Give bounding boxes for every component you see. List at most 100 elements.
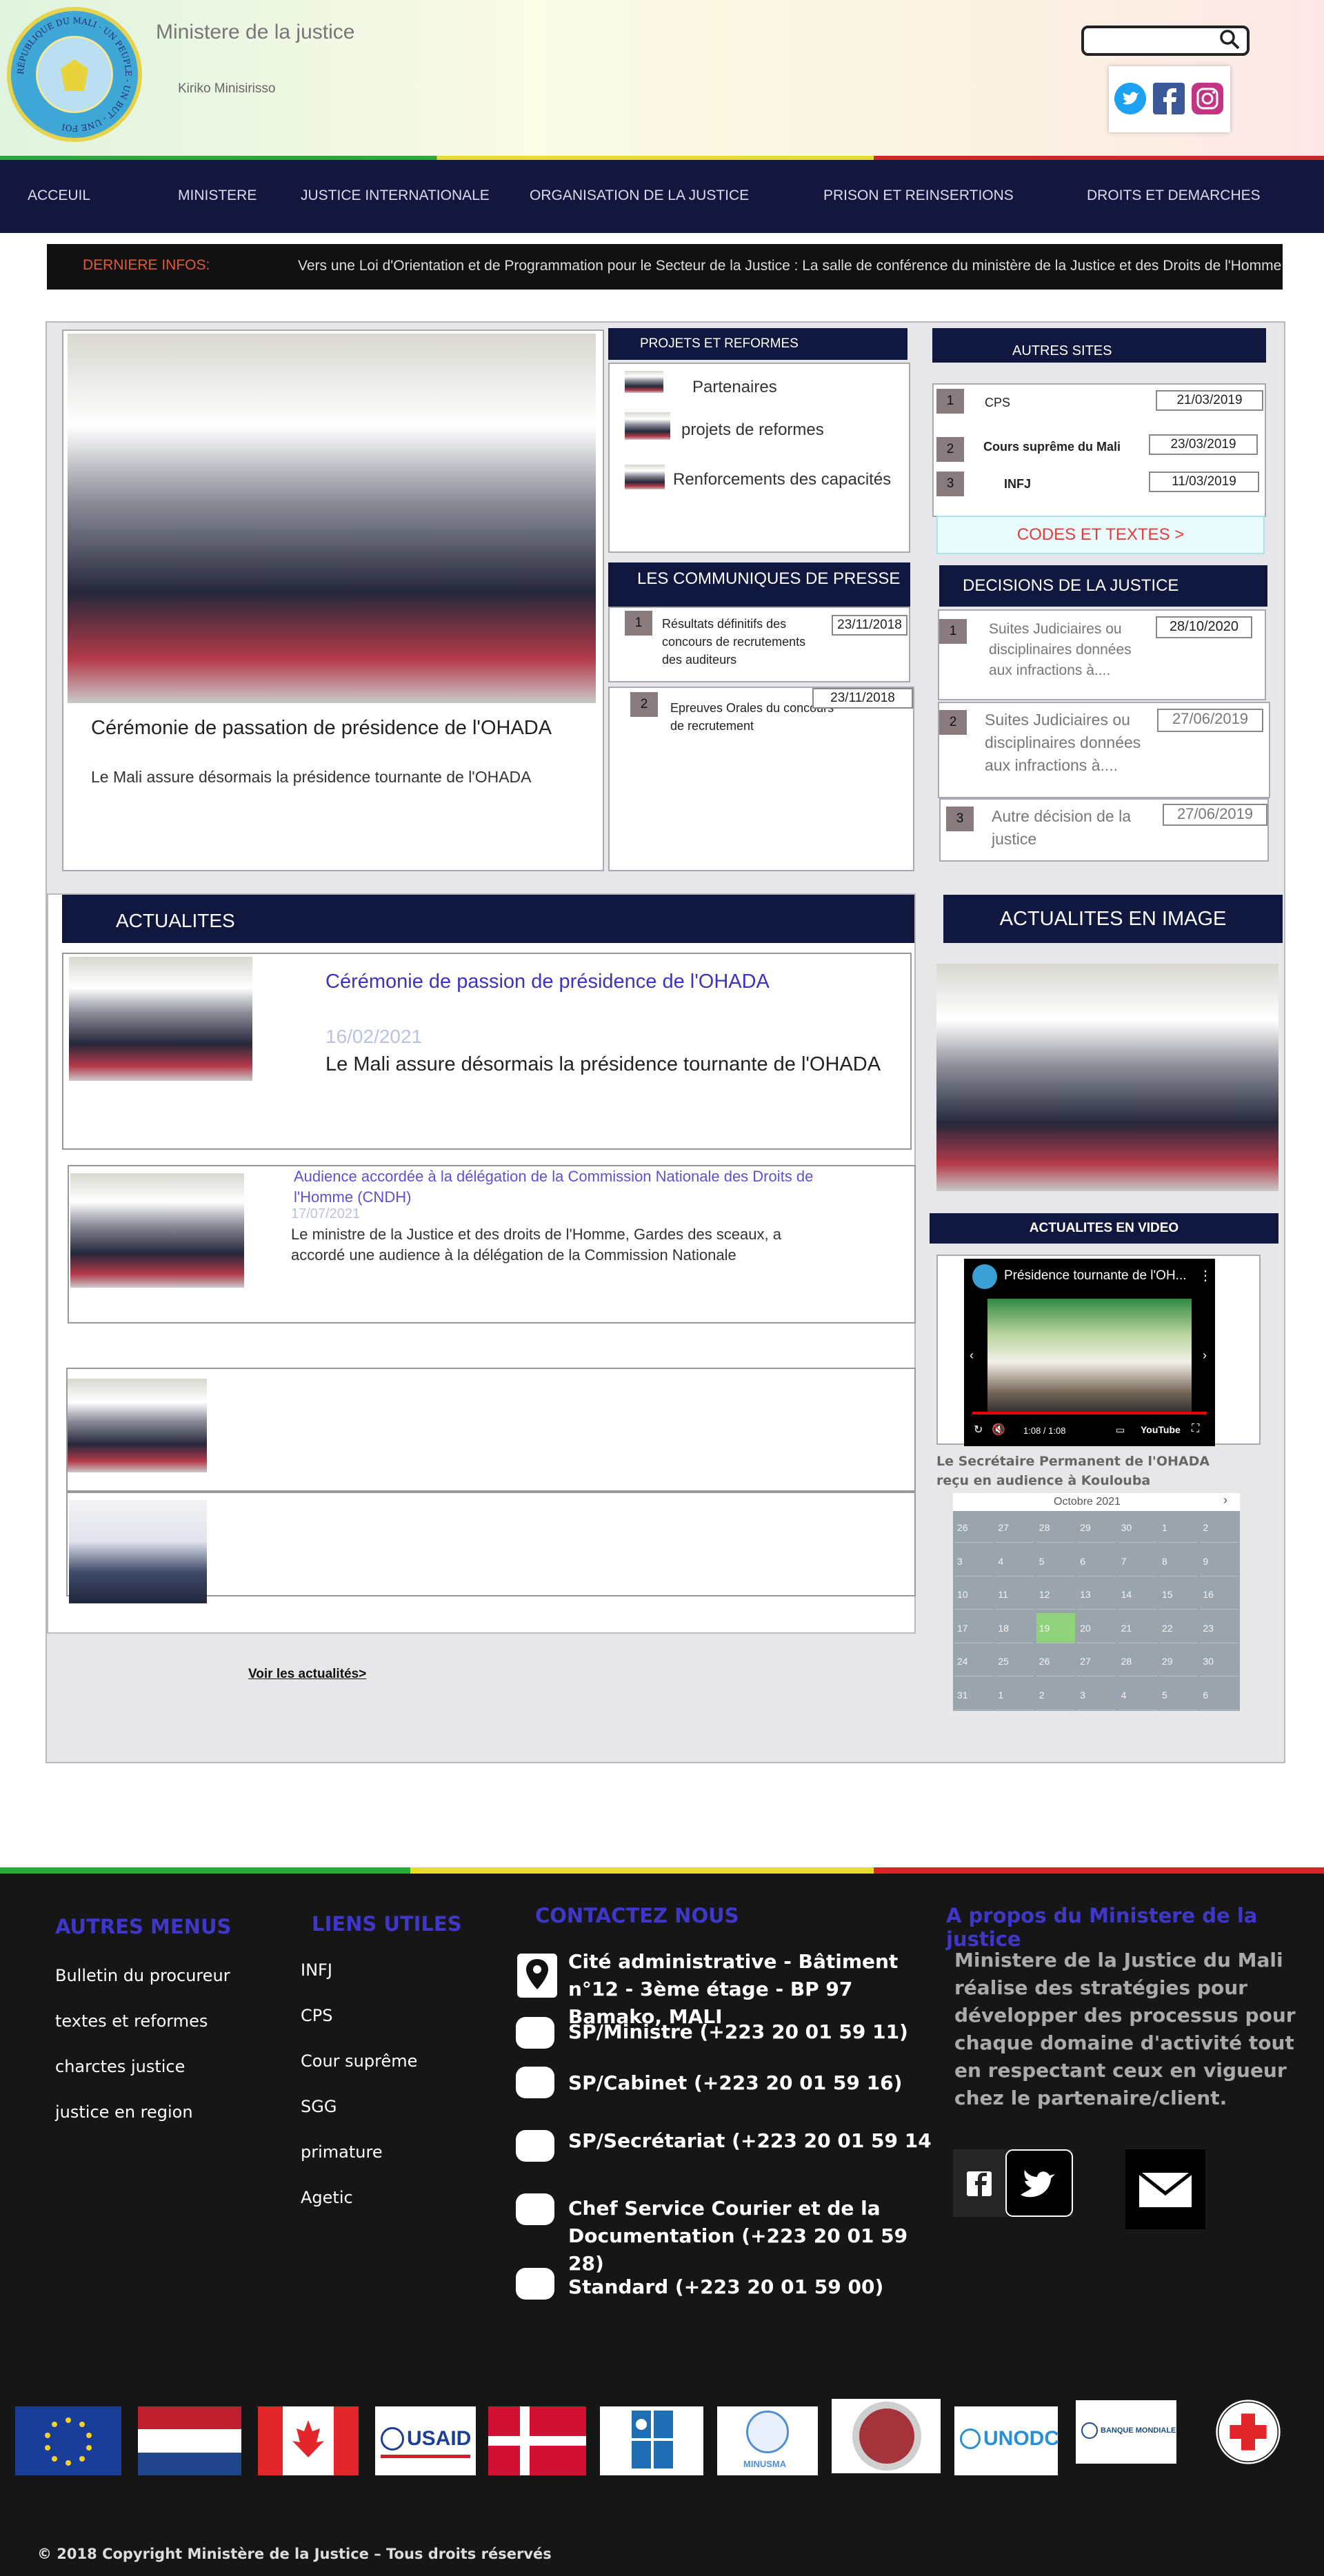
calendar-day[interactable]: 5 [1036,1546,1075,1576]
footer-link-primature[interactable]: primature [301,2142,383,2162]
footer-link-textes[interactable]: textes et reformes [55,2011,208,2031]
calendar-day[interactable]: 2 [1200,1512,1239,1543]
decision-item-2[interactable]: 2 Suites Judiciaires ou disciplinaires d… [938,702,1270,798]
calendar-day[interactable]: 27 [995,1512,1034,1543]
video-frame[interactable] [987,1299,1192,1414]
eu-flag-logo[interactable] [15,2406,121,2475]
calendar-day[interactable]: 4 [995,1546,1034,1576]
calendar-day[interactable]: 6 [1200,1680,1239,1710]
feature-title[interactable]: Cérémonie de passation de présidence de … [91,717,552,740]
decision-text[interactable]: Suites Judiciaires ou disciplinaires don… [989,619,1152,681]
feature-photo[interactable] [68,334,596,703]
minusma-logo[interactable]: MINUSMA [717,2406,818,2475]
actualite-title[interactable]: Audience accordée à la délégation de la … [294,1166,839,1208]
feature-card[interactable]: Cérémonie de passation de présidence de … [62,329,604,871]
calendar-day[interactable]: 3 [954,1546,993,1576]
actualite-thumb[interactable] [69,1500,207,1603]
decision-item-1[interactable]: 1 Suites Judiciaires ou disciplinaires d… [938,609,1266,700]
calendar-day[interactable]: 26 [1036,1646,1075,1676]
footer-link-agetic[interactable]: Agetic [301,2188,353,2207]
banque-mondiale-logo[interactable]: BANQUE MONDIALE [1076,2400,1176,2464]
youtube-logo[interactable]: YouTube [1141,1424,1181,1435]
netherlands-flag-logo[interactable] [138,2406,241,2475]
communique-text[interactable]: Résultats définitifs des concours de rec… [662,615,828,669]
footer-link-cps[interactable]: CPS [301,2006,332,2025]
calendar-day[interactable]: 1 [1159,1512,1198,1543]
footer-link-cour-supreme[interactable]: Cour suprême [301,2051,417,2071]
voir-actualites-link[interactable]: Voir les actualités> [248,1667,366,1682]
calendar-day[interactable]: 12 [1036,1579,1075,1610]
undp-logo[interactable] [600,2406,703,2475]
calendar-day[interactable]: 25 [995,1646,1034,1676]
denmark-flag-logo[interactable] [488,2406,586,2475]
calendar-day[interactable]: 1 [995,1680,1034,1710]
actualite-thumb[interactable] [68,1379,207,1472]
nav-item-droits-demarches[interactable]: DROITS ET DEMARCHES [1087,187,1261,204]
usaid-logo[interactable]: USAID [375,2406,476,2475]
footer-link-sgg[interactable]: SGG [301,2097,337,2116]
calendar-day[interactable]: 29 [1159,1646,1198,1676]
codes-et-textes-button[interactable]: CODES ET TEXTES > [936,516,1265,554]
video-menu-icon[interactable]: ⋮ [1198,1267,1212,1284]
decision-item-3[interactable]: 3 Autre décision de la justice 27/06/201… [939,798,1269,862]
nav-item-prison-reinsertions[interactable]: PRISON ET REINSERTIONS [823,187,1014,204]
contact-secretariat[interactable]: SP/Secrétariat (+223 20 01 59 14 [568,2127,932,2155]
calendar-day[interactable]: 21 [1118,1613,1157,1643]
ticker-text[interactable]: Vers une Loi d'Orientation et de Program… [298,258,1281,274]
calendar-day[interactable]: 20 [1077,1613,1116,1643]
footer-link-chartes[interactable]: charctes justice [55,2057,185,2076]
calendar-day[interactable]: 28 [1036,1512,1075,1543]
contact-cabinet[interactable]: SP/Cabinet (+223 20 01 59 16) [568,2069,902,2097]
nav-item-justice-internationale[interactable]: JUSTICE INTERNATIONALE [301,187,490,204]
nav-item-organisation-justice[interactable]: ORGANISATION DE LA JUSTICE [530,187,749,204]
actualites-image-photo[interactable] [936,964,1278,1191]
fullscreen-icon[interactable]: ⛶ [1192,1423,1199,1435]
video-progress-bar[interactable] [972,1412,1207,1414]
decision-text[interactable]: Autre décision de la justice [992,805,1150,851]
instagram-icon[interactable] [1192,83,1223,114]
calendar-day[interactable]: 4 [1118,1680,1157,1710]
search-icon[interactable] [1219,29,1240,50]
icrc-logo[interactable] [1207,2397,1290,2466]
channel-avatar[interactable] [972,1264,997,1289]
calendar-day[interactable]: 5 [1159,1680,1198,1710]
video-player[interactable]: Présidence tournante de l'OH... ⋮ ‹ › ↻ … [964,1259,1215,1446]
video-prev-icon[interactable]: ‹ [970,1348,974,1363]
reformes-thumb[interactable] [625,412,670,440]
unodc-logo[interactable]: UNODC [954,2406,1059,2475]
calendar-day[interactable]: 15 [1159,1579,1198,1610]
calendar-day[interactable]: 14 [1118,1579,1157,1610]
decision-text[interactable]: Suites Judiciaires ou disciplinaires don… [985,709,1165,777]
calendar-day[interactable]: 10 [954,1579,993,1610]
site-item-cour-supreme[interactable]: Cours suprême du Mali [983,440,1121,454]
calendar-day[interactable]: 31 [954,1680,993,1710]
calendar-day[interactable]: 30 [1118,1512,1157,1543]
calendar-day[interactable]: 8 [1159,1546,1198,1576]
calendar-day[interactable]: 6 [1077,1546,1116,1576]
nav-item-ministere[interactable]: MINISTERE [178,187,257,204]
actualite-item-3[interactable] [66,1368,916,1492]
calendar-day[interactable]: 2 [1036,1680,1075,1710]
facebook-icon[interactable] [1153,83,1185,114]
actualite-thumb[interactable] [69,957,252,1081]
calendar-day[interactable]: 11 [995,1579,1034,1610]
mali-emblem-logo[interactable]: RÉPUBLIQUE DU MALI · UN PEUPLE - UN BUT … [7,7,142,142]
canada-flag-logo[interactable] [258,2406,359,2475]
calendar-day[interactable]: 24 [954,1646,993,1676]
calendar-day[interactable]: 18 [995,1613,1034,1643]
contact-standard[interactable]: Standard (+223 20 01 59 00) [568,2273,883,2301]
communique-item-2[interactable]: 2 Epreuves Orales du concours de recrute… [608,687,914,871]
actualite-item-4[interactable] [66,1492,916,1603]
actualite-item-2[interactable]: Audience accordée à la délégation de la … [68,1165,916,1324]
actualite-item-1[interactable]: Cérémonie de passion de présidence de l'… [62,953,912,1150]
video-title[interactable]: Présidence tournante de l'OH... [1004,1268,1187,1284]
footer-link-region[interactable]: justice en region [55,2102,193,2122]
calendar-day[interactable]: 13 [1077,1579,1116,1610]
calendar-day[interactable]: 26 [954,1512,993,1543]
calendar-day[interactable]: 28 [1118,1646,1157,1676]
contact-ministre[interactable]: SP/Ministre (+223 20 01 59 11) [568,2018,908,2046]
footer-link-infj[interactable]: INFJ [301,1960,332,1980]
projets-item-capacites[interactable]: Renforcements des capacités [673,470,891,489]
actualite-title[interactable]: Cérémonie de passion de présidence de l'… [325,971,770,993]
calendar-day[interactable]: 23 [1200,1613,1239,1643]
